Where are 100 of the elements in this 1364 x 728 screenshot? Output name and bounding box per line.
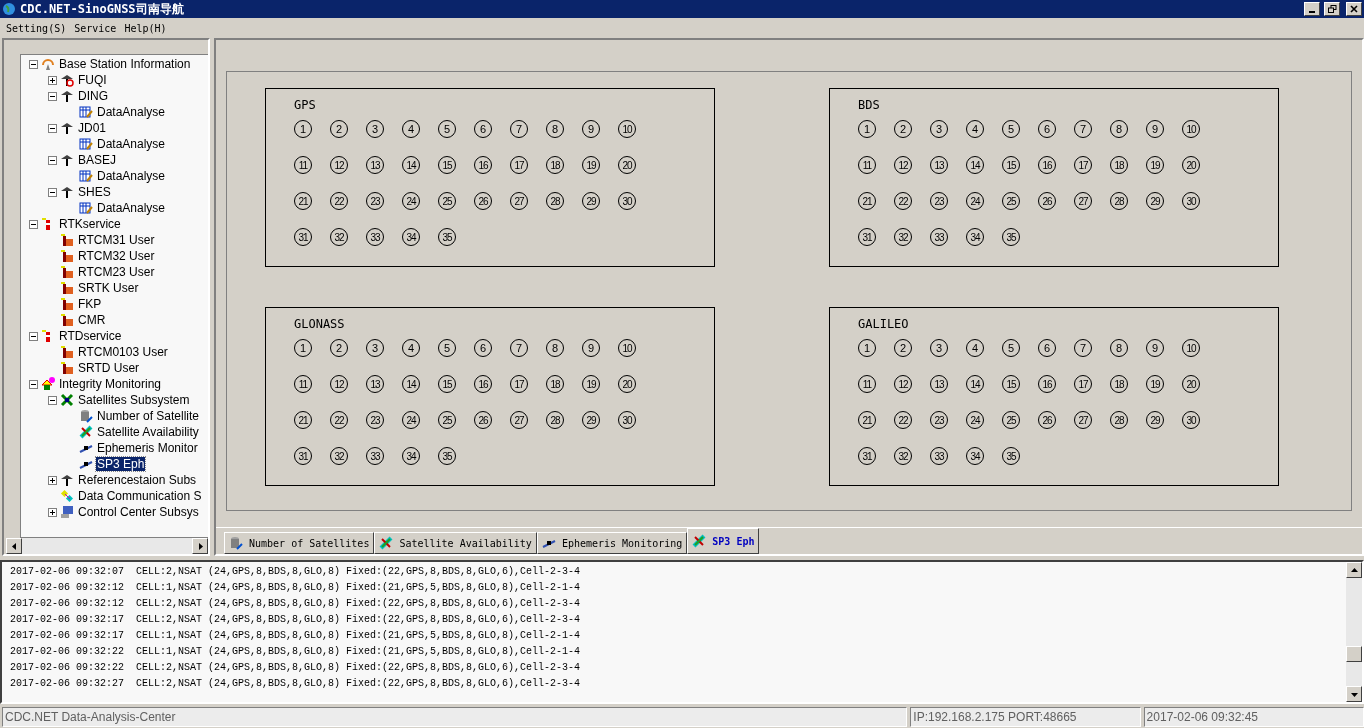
tree-item[interactable]: Satellite Availability: [96, 425, 200, 439]
tree-item[interactable]: Base Station Information: [58, 57, 192, 71]
user-lighthouse-icon: [60, 281, 74, 295]
collapse-toggle[interactable]: [29, 331, 38, 341]
constellation-name: GPS: [294, 98, 317, 112]
status-pane: 2017-02-06 09:32:45: [1143, 707, 1364, 727]
antenna-icon: [60, 73, 74, 87]
tree-item[interactable]: SRTD User: [77, 361, 141, 375]
collapse-toggle[interactable]: [29, 219, 38, 229]
constellation-name: GALILEO: [858, 317, 910, 331]
collapse-toggle[interactable]: [48, 91, 57, 101]
satellite-icon: [79, 425, 93, 439]
minus-icon: [31, 333, 36, 339]
tree-item[interactable]: Number of Satellite: [96, 409, 201, 423]
tree-item[interactable]: RTCM0103 User: [77, 345, 169, 359]
tab[interactable]: SP3 Eph: [687, 528, 760, 554]
database-icon: [229, 536, 243, 550]
menu-item[interactable]: Setting(S): [2, 22, 71, 34]
collapse-toggle[interactable]: [48, 155, 57, 165]
collapse-toggle[interactable]: [29, 59, 38, 69]
collapse-toggle[interactable]: [29, 379, 38, 389]
right-arrow-icon: [196, 542, 204, 550]
expand-toggle[interactable]: [48, 507, 57, 517]
left-arrow-icon: [10, 542, 18, 550]
user-lighthouse-icon: [60, 233, 74, 247]
tree-item[interactable]: RTCM32 User: [77, 249, 156, 263]
collapse-toggle[interactable]: [48, 395, 57, 405]
window-title: CDC.NET-SinoGNSS司南导航: [20, 0, 185, 18]
log-line: 2017-02-06 09:32:22 CELL:1,NSAT (24,GPS,8,BDS,8,GLO,8) Fixed:(21,GPS,5,BDS,8,GLO,8),Cell-2-1-4: [10, 645, 582, 659]
tree-item[interactable]: RTDservice: [58, 329, 123, 343]
tree-item[interactable]: FUQI: [77, 73, 108, 87]
menu-item[interactable]: Service: [70, 22, 121, 34]
minus-icon: [50, 125, 55, 131]
minus-icon: [31, 61, 36, 67]
expand-toggle[interactable]: [48, 475, 57, 485]
minus-icon: [50, 93, 55, 99]
tree-item[interactable]: RTCM23 User: [77, 265, 156, 279]
plus-icon: [50, 477, 55, 483]
antenna-icon: [60, 185, 74, 199]
tree-item[interactable]: DataAnalyse: [96, 105, 167, 119]
shapes-icon: [41, 377, 55, 391]
tab[interactable]: Satellite Availability: [374, 532, 537, 554]
tree-item[interactable]: RTCM31 User: [77, 233, 156, 247]
antenna-icon: [60, 153, 74, 167]
tree-item[interactable]: Control Center Subsys: [77, 505, 200, 519]
horizontal-scrollbar[interactable]: [6, 538, 208, 554]
menu-item[interactable]: Help(H): [120, 22, 171, 34]
status-pane: CDC.NET Data-Analysis-Center: [2, 707, 908, 727]
tree-item[interactable]: SRTK User: [77, 281, 140, 295]
tree-item[interactable]: Satellites Subsystem: [77, 393, 191, 407]
satellite-icon: [60, 393, 74, 407]
log-line: 2017-02-06 09:32:12 CELL:2,NSAT (24,GPS,8,BDS,8,GLO,8) Fixed:(22,GPS,8,BDS,8,GLO,6),Cell-2-3-4: [10, 597, 582, 611]
tree-item[interactable]: SP3 Eph: [96, 457, 146, 471]
antenna-icon: [60, 121, 74, 135]
tree-item[interactable]: DataAnalyse: [96, 137, 167, 151]
user-lighthouse-icon: [60, 297, 74, 311]
minus-icon: [50, 189, 55, 195]
user-lighthouse-icon: [60, 345, 74, 359]
satellite-icon: [379, 536, 394, 550]
tab[interactable]: Ephemeris Monitoring: [536, 532, 688, 554]
satellite-icon: [692, 534, 707, 548]
user-lighthouse-icon: [60, 361, 74, 375]
table-pencil-icon: [79, 169, 93, 183]
restore-button[interactable]: [1324, 2, 1340, 16]
user-lighthouse-icon: [60, 313, 74, 327]
minimize-button[interactable]: [1304, 2, 1320, 16]
scroll-thumb[interactable]: [1346, 646, 1362, 662]
tree-item[interactable]: BASEJ: [77, 153, 117, 167]
minus-icon: [50, 157, 55, 163]
down-arrow-icon: [1350, 690, 1358, 698]
tree-item[interactable]: Integrity Monitoring: [58, 377, 163, 391]
tree-item[interactable]: RTKservice: [58, 217, 122, 231]
antenna-icon: [60, 473, 74, 487]
expand-toggle[interactable]: [48, 75, 57, 85]
tree-item[interactable]: DING: [77, 89, 109, 103]
tree-item[interactable]: Data Communication S: [77, 489, 203, 503]
tree-item[interactable]: SHES: [77, 185, 112, 199]
tree-item[interactable]: JD01: [77, 121, 107, 135]
log-line: 2017-02-06 09:32:17 CELL:1,NSAT (24,GPS,8,BDS,8,GLO,8) Fixed:(21,GPS,5,BDS,8,GLO,8),Cell-2-1-4: [10, 629, 582, 643]
vertical-scrollbar[interactable]: [1346, 562, 1362, 702]
tree-item[interactable]: DataAnalyse: [96, 201, 167, 215]
collapse-toggle[interactable]: [48, 123, 57, 133]
tree-item[interactable]: Referencestaion Subs: [77, 473, 198, 487]
tree-item[interactable]: Ephemeris Monitor: [96, 441, 199, 455]
constellation-name: BDS: [858, 98, 881, 112]
restore-icon: [1327, 5, 1337, 13]
tree-item[interactable]: DataAnalyse: [96, 169, 167, 183]
tree-item[interactable]: FKP: [77, 297, 103, 311]
log-line: 2017-02-06 09:32:27 CELL:2,NSAT (24,GPS,8,BDS,8,GLO,8) Fixed:(22,GPS,8,BDS,8,GLO,6),Cell-2-3-4: [10, 677, 582, 691]
close-button[interactable]: [1346, 2, 1362, 16]
status-pane: IP:192.168.2.175 PORT:48665: [910, 707, 1141, 727]
up-arrow-icon: [1350, 566, 1358, 574]
close-icon: [1350, 5, 1358, 13]
plus-icon: [50, 77, 55, 83]
collapse-toggle[interactable]: [48, 187, 57, 197]
tab[interactable]: Number of Satellites: [224, 532, 375, 554]
table-pencil-icon: [79, 137, 93, 151]
tree-item[interactable]: CMR: [77, 313, 107, 327]
minus-icon: [31, 381, 36, 387]
user-lighthouse-icon: [60, 249, 74, 263]
